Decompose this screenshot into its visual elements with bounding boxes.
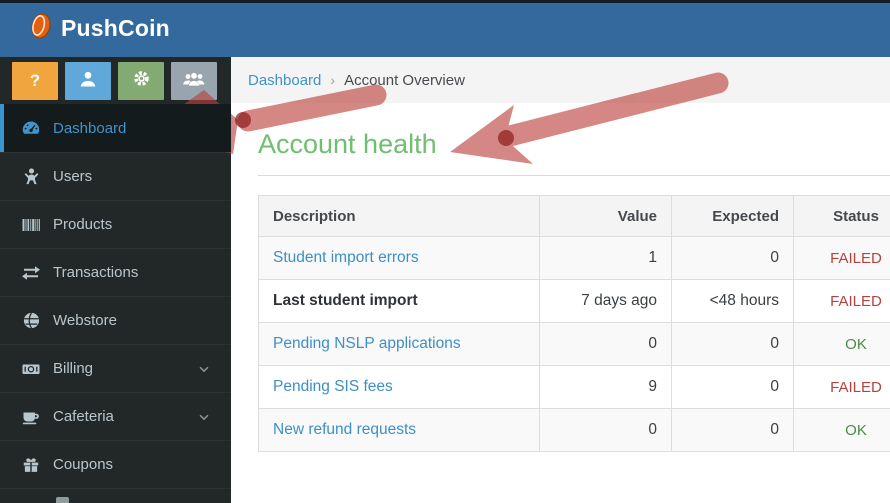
sidebar-item-coupons[interactable]: Coupons: [0, 440, 231, 488]
sidebar-item-billing[interactable]: Billing: [0, 344, 231, 392]
sidebar-item-transactions[interactable]: Transactions: [0, 248, 231, 296]
row-description: Last student import: [258, 279, 540, 323]
sidebar-item-label: Coupons: [53, 456, 114, 473]
globe-icon: [18, 311, 44, 330]
column-header-description: Description: [258, 195, 540, 237]
sidebar-item-label: Dashboard: [53, 119, 127, 137]
sidebar-item-label: Webstore: [53, 312, 117, 329]
row-description-link[interactable]: Pending NSLP applications: [258, 322, 540, 366]
sidebar-item-label: Billing: [53, 360, 94, 377]
table-row: New refund requests 0 0 OK: [258, 408, 890, 452]
row-expected: 0: [671, 322, 794, 366]
gear-icon: [131, 68, 152, 94]
gift-icon: [18, 456, 44, 474]
brand-logo[interactable]: PushCoin: [28, 11, 170, 46]
help-button[interactable]: ?: [12, 62, 58, 100]
status-badge: FAILED: [793, 279, 890, 323]
row-expected: 0: [671, 408, 794, 452]
row-expected: <48 hours: [671, 279, 794, 323]
status-badge: OK: [793, 322, 890, 366]
sidebar-item-webstore[interactable]: Webstore: [0, 296, 231, 344]
gauge-icon: [18, 118, 44, 138]
partial-icon: [56, 497, 69, 503]
heading-divider: [258, 175, 890, 176]
column-header-status: Status: [793, 195, 890, 237]
coffee-icon: [18, 407, 44, 427]
sidebar-item-users[interactable]: Users: [0, 152, 231, 200]
row-description-link[interactable]: Student import errors: [258, 236, 540, 280]
users-group-icon: [182, 69, 206, 94]
page-title: Account health: [258, 129, 437, 159]
child-icon: [18, 167, 44, 186]
table-row: Pending NSLP applications 0 0 OK: [258, 322, 890, 366]
row-value: 9: [539, 365, 672, 409]
table-header-row: Description Value Expected Status: [258, 195, 890, 237]
status-badge: FAILED: [793, 236, 890, 280]
sidebar-item-label: Products: [53, 216, 113, 233]
breadcrumb-separator: ›: [330, 72, 336, 88]
row-expected: 0: [671, 365, 794, 409]
row-value: 7 days ago: [539, 279, 672, 323]
quick-buttons-row: ?: [0, 57, 231, 100]
chevron-down-icon: [197, 362, 211, 376]
sidebar: ? Dashboard Users Products Transactions …: [0, 57, 231, 503]
table-row: Last student import 7 days ago <48 hours…: [258, 279, 890, 323]
money-icon: [18, 359, 44, 379]
settings-button[interactable]: [118, 62, 164, 100]
user-icon: [78, 69, 98, 94]
row-value: 1: [539, 236, 672, 280]
status-badge: OK: [793, 408, 890, 452]
sidebar-item-label: Users: [53, 168, 93, 185]
main-area: Dashboard › Account Overview Account hea…: [231, 57, 890, 503]
row-description-link[interactable]: Pending SIS fees: [258, 365, 540, 409]
barcode-icon: [18, 215, 44, 235]
window-top-edge: [0, 0, 890, 3]
question-mark-icon: ?: [29, 71, 41, 90]
sidebar-item-products[interactable]: Products: [0, 200, 231, 248]
row-description-link[interactable]: New refund requests: [258, 408, 540, 452]
sidebar-item-label: Transactions: [53, 264, 139, 281]
status-badge: FAILED: [793, 365, 890, 409]
top-navbar: PushCoin: [0, 0, 890, 57]
pushcoin-coin-icon: [28, 11, 54, 46]
sidebar-item-partial: [0, 488, 231, 503]
sidebar-item-cafeteria[interactable]: Cafeteria: [0, 392, 231, 440]
sidebar-item-dashboard[interactable]: Dashboard: [0, 104, 231, 152]
column-header-value: Value: [539, 195, 672, 237]
breadcrumb: Dashboard › Account Overview: [231, 57, 890, 103]
breadcrumb-link-dashboard[interactable]: Dashboard: [248, 72, 321, 89]
sidebar-item-label: Cafeteria: [53, 408, 114, 425]
account-health-table-wrap: Description Value Expected Status Studen…: [258, 195, 890, 452]
row-value: 0: [539, 408, 672, 452]
page-content: Account health Description Value Expecte…: [231, 103, 890, 503]
user-groups-button[interactable]: [171, 62, 217, 100]
account-health-table: Description Value Expected Status Studen…: [258, 195, 890, 452]
table-row: Pending SIS fees 9 0 FAILED: [258, 365, 890, 409]
column-header-expected: Expected: [671, 195, 794, 237]
brand-name: PushCoin: [61, 15, 170, 41]
table-row: Student import errors 1 0 FAILED: [258, 236, 890, 280]
row-value: 0: [539, 322, 672, 366]
breadcrumb-current: Account Overview: [344, 71, 465, 89]
row-expected: 0: [671, 236, 794, 280]
chevron-down-icon: [197, 410, 211, 424]
exchange-icon: [18, 263, 44, 283]
user-button[interactable]: [65, 62, 111, 100]
sidebar-menu: Dashboard Users Products Transactions We…: [0, 104, 231, 488]
